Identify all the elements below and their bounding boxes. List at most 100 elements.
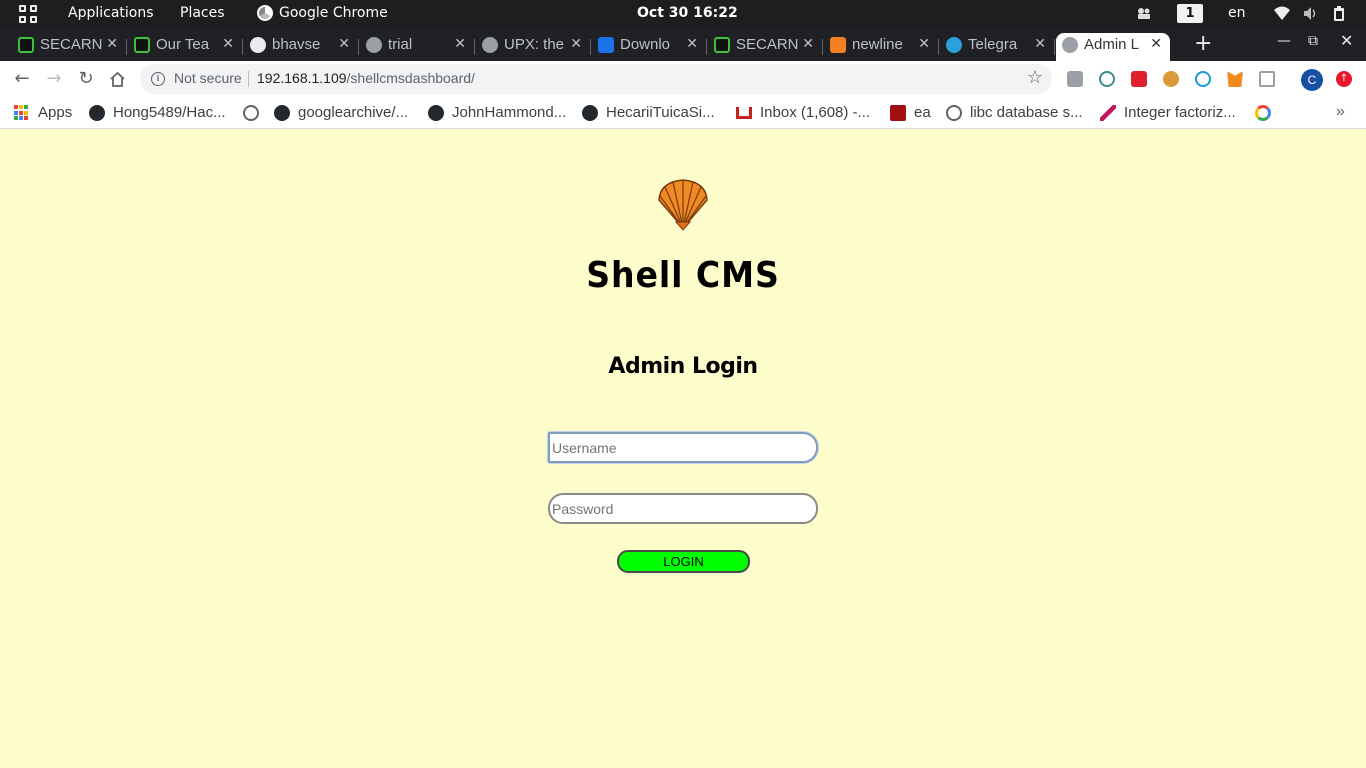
extension-icon-7[interactable] [1259,71,1275,87]
browser-tab[interactable]: SECARN ✕ [708,33,823,61]
tab-close-icon[interactable]: ✕ [454,36,466,52]
login-button[interactable]: LOGIN [617,550,750,573]
tab-close-icon[interactable]: ✕ [570,36,582,52]
tab-title: Admin L [1084,36,1140,53]
profile-avatar[interactable]: C [1301,69,1323,91]
browser-tab[interactable]: Admin L ✕ [1056,33,1170,61]
active-app-name[interactable]: Google Chrome [279,5,388,21]
page-content: Shell CMS Admin Login LOGIN [0,130,1366,768]
extension-icon-3[interactable] [1131,71,1147,87]
applications-menu[interactable]: Applications [68,5,154,21]
gmail-icon [736,107,752,119]
tab-separator [822,39,823,55]
new-tab-button[interactable]: + [1194,31,1212,56]
bookmark-label: libc database s... [970,104,1083,121]
tab-separator [126,39,127,55]
stackoverflow-icon [830,37,846,53]
close-window-button[interactable]: ✕ [1340,31,1353,50]
bookmark-label: Apps [38,104,73,121]
tab-close-icon[interactable]: ✕ [106,36,118,52]
bookmark-label: HecariiTuicaSi... [606,104,715,121]
tab-close-icon[interactable]: ✕ [802,36,814,52]
browser-tab[interactable]: SECARN ✕ [12,33,127,61]
home-icon[interactable] [109,71,126,87]
tab-separator [358,39,359,55]
site-title: Shell CMS [586,255,780,296]
browser-tab[interactable]: bhavse ✕ [244,33,359,61]
restore-button[interactable]: ⧉ [1308,33,1318,49]
address-bar[interactable]: i Not secure 192.168.1.109/shellcmsdashb… [140,64,1052,94]
browser-tab[interactable]: Downlo ✕ [592,33,707,61]
chrome-app-icon [257,5,273,21]
github-icon [274,105,290,121]
login-heading: Admin Login [608,354,758,379]
chrome-update-icon[interactable]: ↑ [1336,71,1352,87]
url-text[interactable]: 192.168.1.109/shellcmsdashboard/ [257,70,475,86]
security-status[interactable]: Not secure [174,70,242,86]
bookmark-star-icon[interactable]: ☆ [1027,67,1043,88]
bookmark-label: Inbox (1,608) -... [760,104,871,121]
password-input[interactable] [548,493,818,524]
bookmark-label: ea [914,104,931,121]
browser-toolbar: ← → ↻ i Not secure 192.168.1.109/shellcm… [0,61,1366,97]
tab-separator [474,39,475,55]
globe-icon [1062,37,1078,53]
places-menu[interactable]: Places [180,5,225,21]
tab-separator [242,39,243,55]
browser-tab[interactable]: newline ✕ [824,33,939,61]
url-path: /shellcmsdashboard/ [346,70,475,86]
reload-button[interactable]: ↻ [75,68,97,89]
omnibox-divider [248,71,249,87]
back-button[interactable]: ← [11,68,33,89]
browser-tab[interactable]: Our Tea ✕ [128,33,243,61]
bookmark-label: JohnHammond... [452,104,567,121]
screencast-icon[interactable] [1136,6,1152,21]
wifi-icon[interactable] [1274,6,1290,21]
minimize-button[interactable]: — [1277,33,1291,49]
metamask-icon[interactable] [1227,71,1243,87]
tab-close-icon[interactable]: ✕ [222,36,234,52]
github-icon [428,105,444,121]
browser-tab[interactable]: Telegra ✕ [940,33,1055,61]
browser-tab[interactable]: trial ✕ [360,33,475,61]
cookie-extension-icon[interactable] [1163,71,1179,87]
tab-separator [706,39,707,55]
telegram-icon [946,37,962,53]
username-input[interactable] [548,432,818,463]
google-icon [1255,105,1271,121]
browser-tab[interactable]: UPX: the ✕ [476,33,591,61]
tab-close-icon[interactable]: ✕ [686,36,698,52]
shell-logo [658,179,708,231]
tab-close-icon[interactable]: ✕ [1034,36,1046,52]
tab-title: Our Tea [156,36,210,53]
tab-close-icon[interactable]: ✕ [338,36,350,52]
tab-separator [938,39,939,55]
workspace-indicator[interactable]: 1 [1177,4,1203,23]
tab-separator [1054,39,1055,55]
tab-title: newline [852,36,903,53]
tab-title: SECARN [40,36,102,53]
tab-title: Telegra [968,36,1018,53]
secarmy-icon [714,37,730,53]
more-bookmarks-icon[interactable]: » [1336,103,1345,121]
tab-title: Downlo [620,36,671,53]
tab-close-icon[interactable]: ✕ [918,36,930,52]
globe-icon [366,37,382,53]
language-indicator[interactable]: en [1228,5,1246,21]
tab-close-icon[interactable]: ✕ [1150,36,1162,52]
forward-button[interactable]: → [43,68,65,89]
system-clock[interactable]: Oct 30 16:22 [637,5,738,21]
site-info-icon[interactable]: i [151,72,165,86]
bookmark-label: Hong5489/Hac... [113,104,226,121]
globe-icon [482,37,498,53]
tab-title: UPX: the [504,36,565,53]
extension-icon-5[interactable] [1195,71,1211,87]
bracket-icon [598,37,614,53]
apps-icon [14,105,30,121]
extension-icon-1[interactable] [1067,71,1083,87]
volume-icon[interactable] [1303,6,1319,21]
alpertron-icon [1100,105,1116,121]
battery-icon[interactable] [1331,6,1347,21]
activities-grid-icon[interactable] [19,5,37,23]
extension-icon-2[interactable] [1099,71,1115,87]
